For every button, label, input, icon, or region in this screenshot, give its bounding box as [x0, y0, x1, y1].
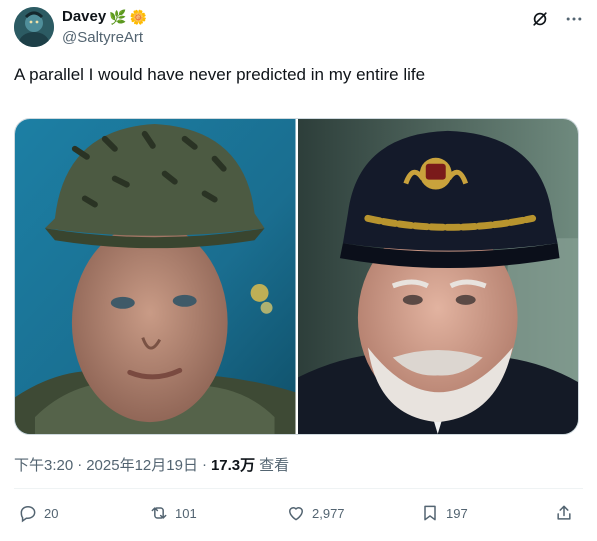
- tweet-date[interactable]: 2025年12月19日: [86, 454, 198, 475]
- photo-left[interactable]: [15, 119, 296, 434]
- divider: [14, 488, 583, 489]
- flower-emoji: 🌼: [129, 8, 148, 25]
- tweet: Davey 🌿 🌼 @SaltyreArt A parallel I would…: [0, 0, 597, 541]
- tweet-text: A parallel I would have never predicted …: [14, 65, 426, 84]
- bookmark-icon: [424, 505, 436, 521]
- more-icon[interactable]: [563, 8, 585, 30]
- author-handle[interactable]: @SaltyreArt: [62, 29, 143, 46]
- reply-count: 20: [44, 505, 59, 521]
- author-display-name[interactable]: Davey: [62, 8, 106, 25]
- bookmark-count: 197: [446, 505, 468, 521]
- avatar[interactable]: [14, 7, 54, 47]
- meta-separator: ·: [77, 456, 83, 473]
- share-button[interactable]: [554, 503, 574, 523]
- reply-button[interactable]: 20: [18, 503, 58, 523]
- top-actions: [529, 8, 585, 30]
- reply-icon: [20, 505, 36, 523]
- heart-icon: [289, 507, 303, 521]
- views-label: 查看: [259, 457, 290, 474]
- leaf-emoji: 🌿: [109, 8, 127, 25]
- share-icon: [557, 505, 571, 520]
- tweet-meta: 下午3:20 · 2025年12月19日 · 17.3万 查看: [14, 454, 289, 475]
- grok-icon[interactable]: [529, 8, 551, 30]
- tweet-media: [14, 118, 579, 435]
- retweet-icon: [151, 507, 167, 519]
- author-name-row[interactable]: Davey 🌿 🌼: [62, 8, 147, 25]
- like-count: 2,977: [312, 505, 345, 521]
- tweet-time[interactable]: 下午3:20: [14, 454, 73, 475]
- views-count: 17.3万: [210, 457, 256, 474]
- retweet-button[interactable]: 101: [149, 503, 197, 523]
- retweet-count: 101: [175, 505, 197, 521]
- photo-right[interactable]: [297, 119, 578, 434]
- bookmark-button[interactable]: 197: [420, 503, 468, 523]
- action-bar: 20 101 2,977 197: [14, 503, 583, 529]
- meta-separator: ·: [201, 456, 207, 473]
- like-button[interactable]: 2,977: [286, 503, 345, 523]
